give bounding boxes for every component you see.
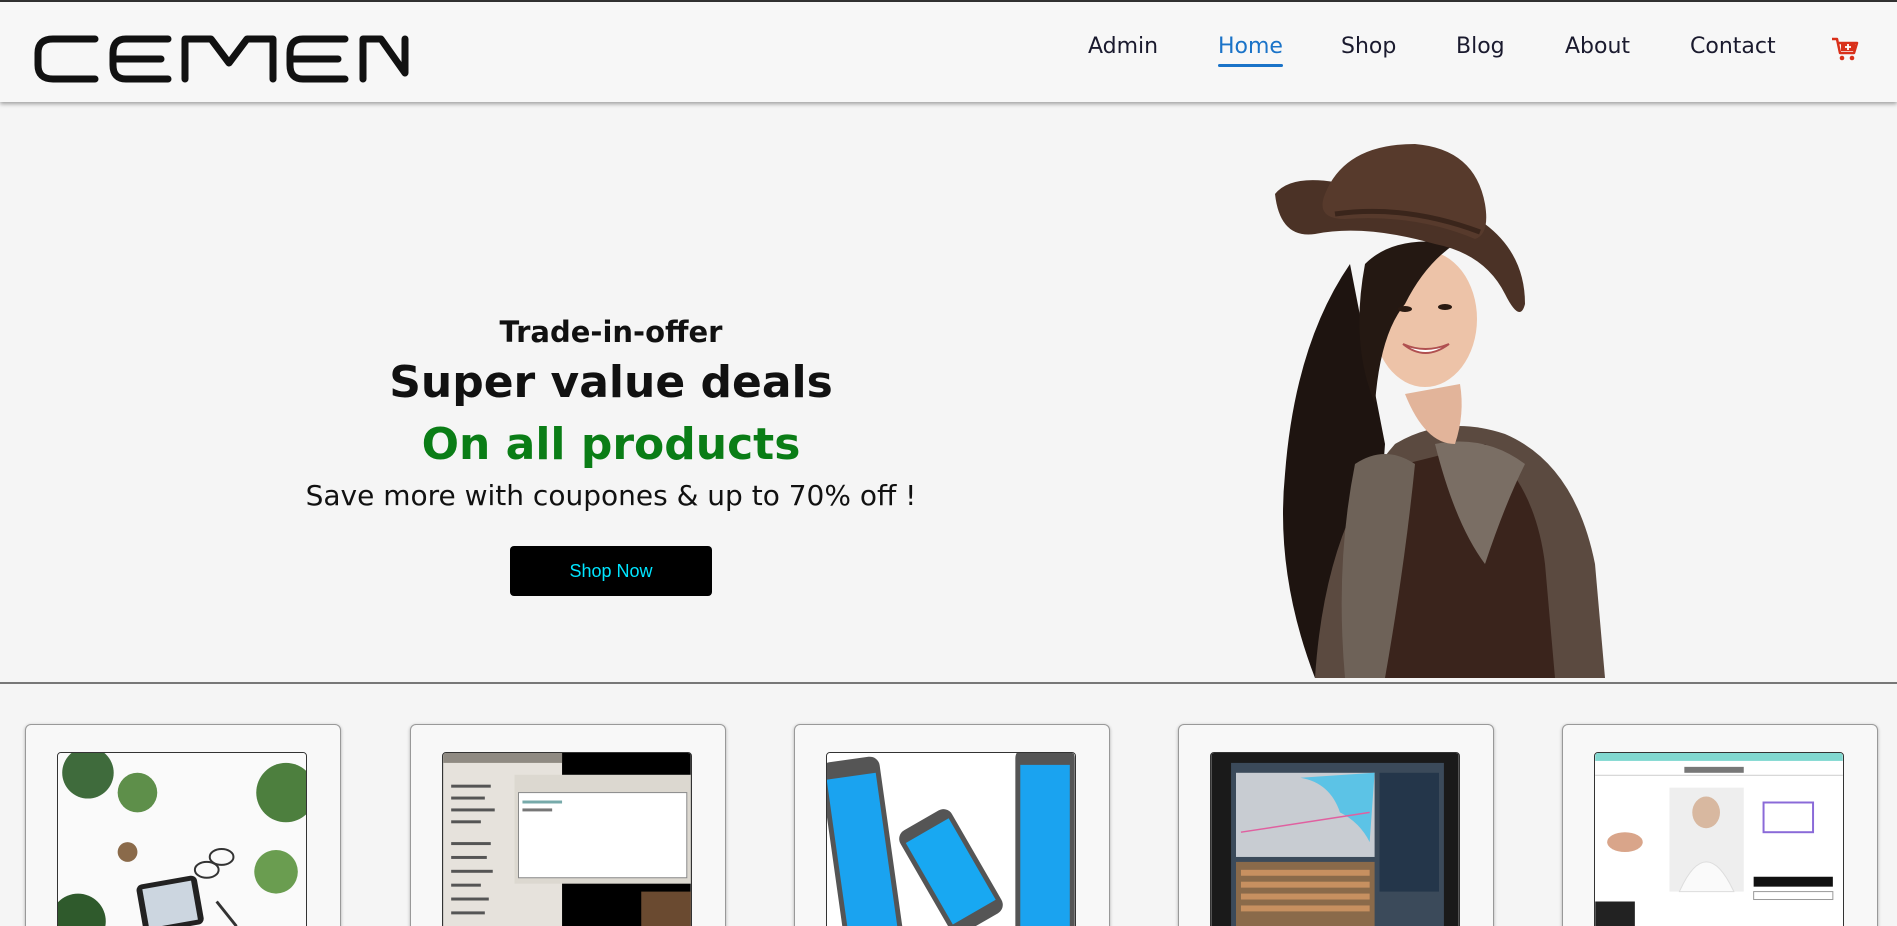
main-nav: Admin Home Shop Blog About Contact bbox=[0, 34, 1897, 74]
product-card-1[interactable] bbox=[25, 724, 341, 926]
product-card-3[interactable] bbox=[794, 724, 1110, 926]
hero-title: Super value deals bbox=[389, 357, 833, 408]
hero-text-block: Trade-in-offer Super value deals On all … bbox=[290, 312, 932, 596]
hero-model-image bbox=[1275, 144, 1605, 678]
nav-about[interactable]: About bbox=[1565, 34, 1630, 59]
nav-contact[interactable]: Contact bbox=[1690, 34, 1776, 59]
product-image-smartphones bbox=[826, 752, 1076, 926]
shop-now-button[interactable]: Shop Now bbox=[510, 546, 712, 596]
nav-home[interactable]: Home bbox=[1218, 34, 1283, 67]
site-header: Admin Home Shop Blog About Contact bbox=[0, 2, 1897, 102]
hero-banner: Trade-in-offer Super value deals On all … bbox=[0, 102, 1897, 682]
product-image-jewelry-webpage bbox=[1594, 752, 1844, 926]
product-image-navigation-monitor bbox=[1210, 752, 1460, 926]
product-image-chat-app bbox=[442, 752, 692, 926]
nav-blog[interactable]: Blog bbox=[1456, 34, 1505, 59]
product-cards bbox=[0, 724, 1897, 926]
hero-description: Save more with coupones & up to 70% off … bbox=[305, 479, 917, 512]
shopping-cart-icon[interactable] bbox=[1830, 34, 1860, 64]
nav-shop[interactable]: Shop bbox=[1341, 34, 1396, 59]
product-card-5[interactable] bbox=[1562, 724, 1878, 926]
hero-divider bbox=[0, 682, 1897, 684]
product-card-4[interactable] bbox=[1178, 724, 1494, 926]
hero-subtitle: On all products bbox=[421, 419, 801, 470]
nav-admin[interactable]: Admin bbox=[1088, 34, 1158, 59]
hero-pretitle: Trade-in-offer bbox=[499, 315, 723, 349]
product-card-2[interactable] bbox=[410, 724, 726, 926]
product-image-workspace bbox=[57, 752, 307, 926]
